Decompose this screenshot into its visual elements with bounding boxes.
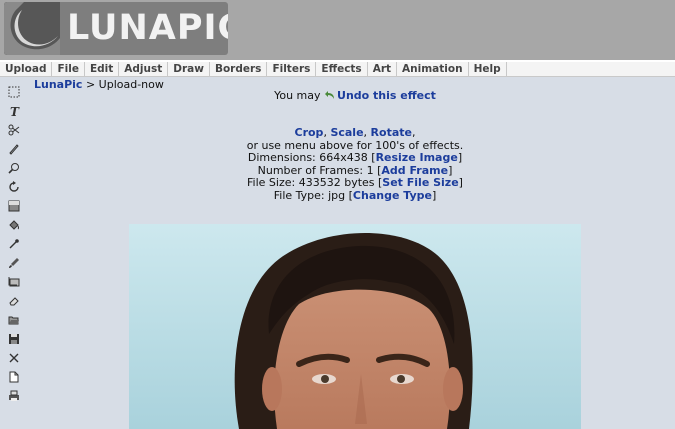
menu-effects[interactable]: Effects: [316, 62, 368, 76]
menu-filters[interactable]: Filters: [267, 62, 317, 76]
set-file-size-link[interactable]: Set File Size: [382, 176, 458, 189]
add-frame-link[interactable]: Add Frame: [381, 164, 448, 177]
menu-borders[interactable]: Borders: [210, 62, 268, 76]
filetype-label: File Type: jpg [: [273, 188, 353, 202]
paint-bucket-icon[interactable]: [6, 217, 22, 233]
text-icon[interactable]: T: [6, 103, 22, 119]
image-info: Crop, Scale, Rotate, or use menu above f…: [130, 126, 580, 203]
portrait-image: [234, 232, 473, 429]
print-icon[interactable]: [6, 388, 22, 404]
dimensions-label: Dimensions: 664x438 [: [247, 151, 376, 164]
scale-link[interactable]: Scale: [330, 126, 363, 139]
scissors-icon[interactable]: [6, 122, 22, 138]
undo-row: You may Undo this effect: [130, 89, 580, 103]
resize-image-link[interactable]: Resize Image: [376, 151, 458, 164]
pencil-icon[interactable]: [6, 141, 22, 157]
logo-text: LUNAPIC: [67, 8, 228, 48]
crop-link[interactable]: Crop: [295, 126, 324, 139]
undo-arrow-icon[interactable]: [324, 90, 336, 100]
open-folder-icon[interactable]: [6, 312, 22, 328]
filetype-row: File Type: jpg [Change Type]: [130, 188, 580, 203]
rotate-link[interactable]: Rotate: [371, 126, 412, 139]
save-icon[interactable]: [6, 331, 22, 347]
menu-file[interactable]: File: [52, 62, 85, 76]
menu-bar: Upload File Edit Adjust Draw Borders Fil…: [0, 62, 675, 77]
separator: ,: [363, 126, 371, 139]
bracket: ]: [457, 151, 463, 164]
breadcrumb-separator: >: [82, 78, 99, 91]
header: LUNAPIC: [0, 0, 675, 60]
gradient-icon[interactable]: [6, 198, 22, 214]
breadcrumb-home-link[interactable]: LunaPic: [34, 78, 82, 91]
zoom-icon[interactable]: [6, 160, 22, 176]
svg-text:T: T: [10, 105, 20, 117]
logo[interactable]: LUNAPIC: [4, 2, 228, 55]
undo-effect-link[interactable]: Undo this effect: [337, 89, 436, 102]
bracket: ]: [448, 163, 453, 177]
new-document-icon[interactable]: [6, 369, 22, 385]
change-type-link[interactable]: Change Type: [353, 189, 432, 202]
quick-actions-row: Crop, Scale, Rotate,: [130, 126, 580, 140]
rotate-icon[interactable]: [6, 179, 22, 195]
bracket: ]: [431, 188, 437, 202]
brush-icon[interactable]: [6, 255, 22, 271]
eyedropper-icon[interactable]: [6, 236, 22, 252]
undo-prefix: You may: [274, 89, 325, 102]
menu-help[interactable]: Help: [469, 62, 507, 76]
menu-edit[interactable]: Edit: [85, 62, 120, 76]
marquee-select-icon[interactable]: [6, 84, 22, 100]
menu-draw[interactable]: Draw: [168, 62, 210, 76]
close-icon[interactable]: [6, 350, 22, 366]
moon-logo-icon: [4, 2, 60, 55]
menu-art[interactable]: Art: [368, 62, 398, 76]
tool-sidebar: T: [6, 84, 24, 407]
separator: ,: [411, 126, 416, 139]
menu-upload[interactable]: Upload: [0, 62, 53, 76]
crop-icon[interactable]: [6, 274, 22, 290]
filesize-label: File Size: 433532 bytes [: [247, 176, 383, 189]
frames-label: Number of Frames: 1 [: [257, 163, 382, 177]
bracket: ]: [458, 176, 463, 189]
uploaded-photo[interactable]: [129, 224, 581, 429]
eraser-icon[interactable]: [6, 293, 22, 309]
menu-animation[interactable]: Animation: [397, 62, 469, 76]
menu-adjust[interactable]: Adjust: [119, 62, 169, 76]
